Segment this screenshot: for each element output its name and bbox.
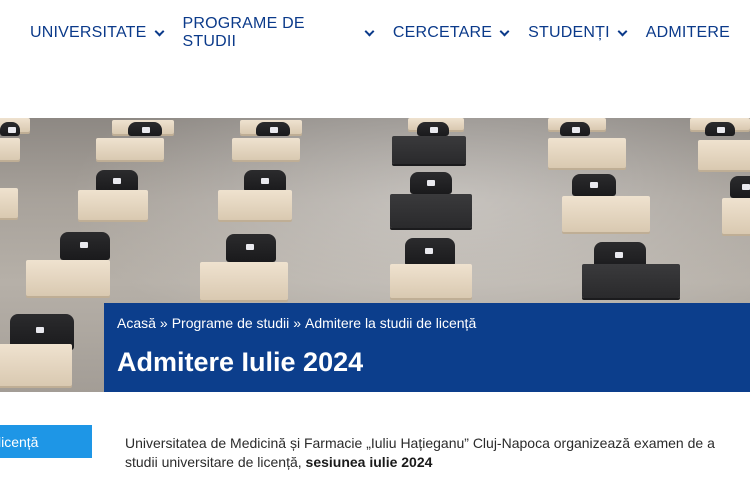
chair (60, 232, 110, 260)
chair (0, 122, 20, 136)
chair (730, 176, 750, 198)
desk (392, 136, 466, 164)
desk (390, 264, 472, 298)
desk (78, 190, 148, 220)
desk (548, 138, 626, 168)
desk (26, 260, 110, 296)
breadcrumb-current: Admitere la studii de licență (305, 315, 477, 331)
chevron-down-icon (617, 26, 628, 36)
intro-line-2: studii universitare de licență, sesiunea… (125, 453, 750, 472)
nav-item-label: UNIVERSITATE (30, 24, 147, 41)
intro-session-highlight: sesiunea iulie 2024 (305, 454, 433, 470)
side-tab-licenta[interactable]: licență (0, 425, 92, 458)
chevron-down-icon (364, 26, 375, 36)
chevron-down-icon (499, 26, 510, 36)
nav-item-universitate[interactable]: UNIVERSITATE (30, 24, 164, 42)
desk (390, 194, 472, 228)
nav-item-label: CERCETARE (392, 24, 493, 41)
nav-menu: UNIVERSITATE PROGRAME DE STUDII CERCETAR… (30, 15, 750, 51)
nav-item-programe-de-studii[interactable]: PROGRAME DE STUDII (182, 15, 375, 51)
breadcrumb: Acasă » Programe de studii » Admitere la… (117, 315, 476, 331)
desk (218, 190, 292, 220)
nav-item-admitere[interactable]: ADMITERE (646, 24, 730, 42)
desk (0, 138, 20, 160)
chair (405, 238, 455, 266)
nav-item-cercetare[interactable]: CERCETARE (392, 24, 510, 42)
desk (200, 262, 288, 300)
nav-item-label: PROGRAME DE STUDII (182, 15, 305, 50)
nav-item-studenti[interactable]: STUDENȚI (528, 24, 628, 42)
intro-paragraph: Universitatea de Medicină și Farmacie „I… (125, 434, 750, 472)
side-tab-label: licență (0, 433, 39, 450)
chair (128, 122, 162, 136)
desk (232, 138, 300, 160)
chair (410, 172, 452, 194)
desk (96, 138, 164, 160)
chair (417, 122, 449, 136)
breadcrumb-separator: » (159, 315, 168, 331)
desk (0, 344, 72, 386)
intro-line-1: Universitatea de Medicină și Farmacie „I… (125, 435, 715, 451)
chair (256, 122, 290, 136)
desk (698, 140, 750, 170)
desk (562, 196, 650, 232)
chair (96, 170, 138, 192)
main-navigation: UNIVERSITATE PROGRAME DE STUDII CERCETAR… (0, 0, 750, 118)
page-title: Admitere Iulie 2024 (117, 347, 364, 377)
chevron-down-icon (154, 26, 164, 36)
page-header-panel: Acasă » Programe de studii » Admitere la… (104, 303, 750, 392)
chair (226, 234, 276, 262)
chair (244, 170, 286, 192)
breadcrumb-separator: » (293, 315, 302, 331)
intro-line-2-text: studii universitare de licență, (125, 454, 306, 470)
chair (560, 122, 590, 136)
desk (582, 264, 680, 298)
desk (722, 198, 750, 234)
nav-item-label: ADMITERE (645, 24, 730, 41)
chair (572, 174, 616, 196)
desk (0, 188, 18, 218)
chair (705, 122, 735, 136)
breadcrumb-link-programe[interactable]: Programe de studii (172, 315, 290, 331)
breadcrumb-link-home[interactable]: Acasă (117, 315, 156, 331)
nav-item-label: STUDENȚI (528, 24, 610, 41)
